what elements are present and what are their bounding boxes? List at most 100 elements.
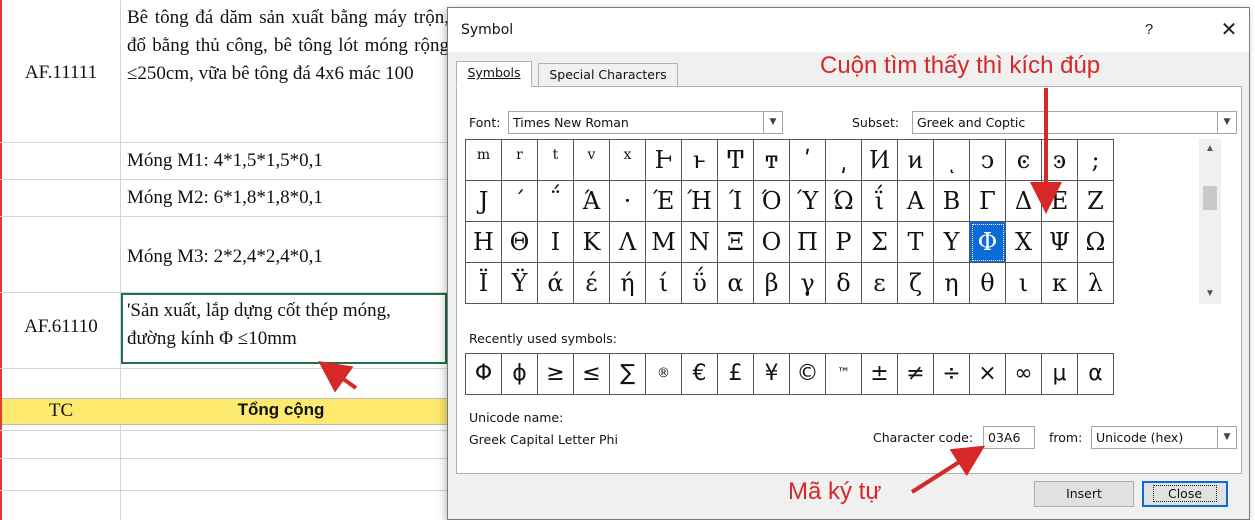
recent-symbol-cell[interactable]: ∞ [1006, 354, 1042, 395]
symbol-cell[interactable]: ι [1006, 263, 1042, 304]
symbol-cell[interactable]: Ί [718, 181, 754, 222]
recent-symbol-cell[interactable]: × [970, 354, 1006, 395]
symbol-cell[interactable]: Α [898, 181, 934, 222]
recent-symbol-cell[interactable]: € [682, 354, 718, 395]
symbol-cell[interactable]: Γ [970, 181, 1006, 222]
recent-symbol-cell[interactable]: ™ [826, 354, 862, 395]
insert-button[interactable]: Insert [1034, 481, 1134, 507]
symbol-cell[interactable]: ͽ [1042, 140, 1078, 181]
tab-symbols[interactable]: Symbols [456, 61, 532, 87]
symbol-cell[interactable]: ΐ [862, 181, 898, 222]
symbol-cell[interactable]: Σ [862, 222, 898, 263]
symbol-cell[interactable]: Ͳ [718, 140, 754, 181]
symbol-cell[interactable]: Φ [970, 222, 1006, 263]
recent-symbol-cell[interactable]: ÷ [934, 354, 970, 395]
cell-desc-m2[interactable]: Móng M2: 6*1,8*1,8*0,1 [127, 184, 449, 212]
symbol-cell[interactable]: Ϋ [502, 263, 538, 304]
symbol-cell[interactable]: ΰ [682, 263, 718, 304]
symbol-cell[interactable]: Τ [898, 222, 934, 263]
from-select[interactable]: Unicode (hex) ▼ [1091, 426, 1237, 449]
symbol-cell[interactable]: ͻ [970, 140, 1006, 181]
symbol-cell[interactable]: ή [610, 263, 646, 304]
recent-symbol-cell[interactable]: ≥ [538, 354, 574, 395]
cell-code-af11111[interactable]: AF.11111 [4, 62, 118, 84]
symbol-cell[interactable]: γ [790, 263, 826, 304]
symbol-cell[interactable]: x [610, 140, 646, 181]
symbol-cell[interactable]: θ [970, 263, 1006, 304]
close-button[interactable]: Close [1142, 481, 1228, 507]
symbol-cell[interactable]: ζ [898, 263, 934, 304]
subset-select[interactable]: Greek and Coptic ▼ [912, 111, 1237, 134]
symbol-cell[interactable]: η [934, 263, 970, 304]
symbol-cell[interactable]: Ζ [1078, 181, 1114, 222]
symbol-cell[interactable]: Ο [754, 222, 790, 263]
cell-code-af61110[interactable]: AF.61110 [4, 316, 118, 338]
symbol-cell[interactable]: Χ [1006, 222, 1042, 263]
total-label-cell[interactable]: Tổng cộng [121, 398, 441, 425]
symbol-cell[interactable]: Ό [754, 181, 790, 222]
symbol-cell[interactable]: Υ [934, 222, 970, 263]
symbol-cell[interactable]: Ή [682, 181, 718, 222]
recent-symbol-cell[interactable]: ∑ [610, 354, 646, 395]
symbol-cell[interactable]: Ώ [826, 181, 862, 222]
font-select[interactable]: Times New Roman ▼ [508, 111, 783, 134]
symbol-cell[interactable]: ΄ [502, 181, 538, 222]
symbol-cell[interactable]: ͵ [826, 140, 862, 181]
symbol-cell[interactable]: Ύ [790, 181, 826, 222]
recent-symbol-cell[interactable]: £ [718, 354, 754, 395]
symbol-cell[interactable]: Ε [1042, 181, 1078, 222]
symbol-cell[interactable]: v [574, 140, 610, 181]
symbol-cell[interactable]: έ [574, 263, 610, 304]
symbol-cell[interactable]: Έ [646, 181, 682, 222]
symbol-cell[interactable]: δ [826, 263, 862, 304]
symbol-cell[interactable]: α [718, 263, 754, 304]
scroll-down-icon[interactable]: ▼ [1199, 284, 1221, 304]
recent-symbol-cell[interactable]: ¥ [754, 354, 790, 395]
scroll-thumb[interactable] [1203, 186, 1217, 210]
symbol-cell[interactable]: Λ [610, 222, 646, 263]
symbol-cell[interactable]: Ω [1078, 222, 1114, 263]
symbol-cell[interactable]: Ξ [718, 222, 754, 263]
cell-desc-m3[interactable]: Móng M3: 2*2,4*2,4*0,1 [127, 243, 449, 271]
recent-symbol-cell[interactable]: ® [646, 354, 682, 395]
title-bar[interactable]: Symbol ? ✕ [448, 8, 1249, 52]
recent-symbol-cell[interactable]: α [1078, 354, 1114, 395]
recent-symbol-cell[interactable]: ± [862, 354, 898, 395]
tab-special-characters[interactable]: Special Characters [538, 63, 678, 87]
symbol-cell[interactable]: ͷ [898, 140, 934, 181]
symbol-cell[interactable]: Ͷ [862, 140, 898, 181]
symbol-cell[interactable]: β [754, 263, 790, 304]
recent-symbols[interactable]: Φϕ ≥ ≤ ∑ ® € £ ¥ © ™ ± ≠ ÷ × ∞ μ α [465, 353, 1114, 395]
symbol-cell[interactable]: Ϊ [466, 263, 502, 304]
symbol-cell[interactable]: Δ [1006, 181, 1042, 222]
symbol-cell[interactable]: Μ [646, 222, 682, 263]
grid-scrollbar[interactable]: ▲ ▼ [1199, 139, 1221, 304]
symbol-cell[interactable]: κ [1042, 263, 1078, 304]
scroll-up-icon[interactable]: ▲ [1199, 139, 1221, 159]
symbol-cell[interactable]: Ά [574, 181, 610, 222]
recent-symbol-cell[interactable]: ϕ [502, 354, 538, 395]
symbol-cell[interactable]: Ι [538, 222, 574, 263]
symbol-cell[interactable]: ͳ [754, 140, 790, 181]
symbol-cell[interactable]: Ψ [1042, 222, 1078, 263]
symbol-cell[interactable]: m [466, 140, 502, 181]
symbol-cell[interactable]: ʹ [790, 140, 826, 181]
symbol-cell[interactable]: ί [646, 263, 682, 304]
symbol-cell[interactable]: Ͱ [646, 140, 682, 181]
character-code-input[interactable]: 03A6 [983, 426, 1035, 449]
symbol-cell[interactable]: ε [862, 263, 898, 304]
symbol-cell[interactable]: λ [1078, 263, 1114, 304]
symbol-cell[interactable]: ͱ [682, 140, 718, 181]
symbol-cell[interactable]: Θ [502, 222, 538, 263]
help-button[interactable]: ? [1134, 16, 1164, 44]
symbol-cell[interactable]: ͺ [934, 140, 970, 181]
cell-desc-m1[interactable]: Móng M1: 4*1,5*1,5*0,1 [127, 147, 449, 175]
symbol-cell[interactable]: ; [1078, 140, 1114, 181]
symbol-cell[interactable]: ΅ [538, 181, 574, 222]
total-code-cell[interactable]: TC [2, 398, 120, 425]
recent-symbol-cell[interactable]: ≤ [574, 354, 610, 395]
symbol-cell[interactable]: Κ [574, 222, 610, 263]
symbol-cell[interactable]: Β [934, 181, 970, 222]
symbol-cell[interactable]: · [610, 181, 646, 222]
symbol-cell[interactable]: Π [790, 222, 826, 263]
